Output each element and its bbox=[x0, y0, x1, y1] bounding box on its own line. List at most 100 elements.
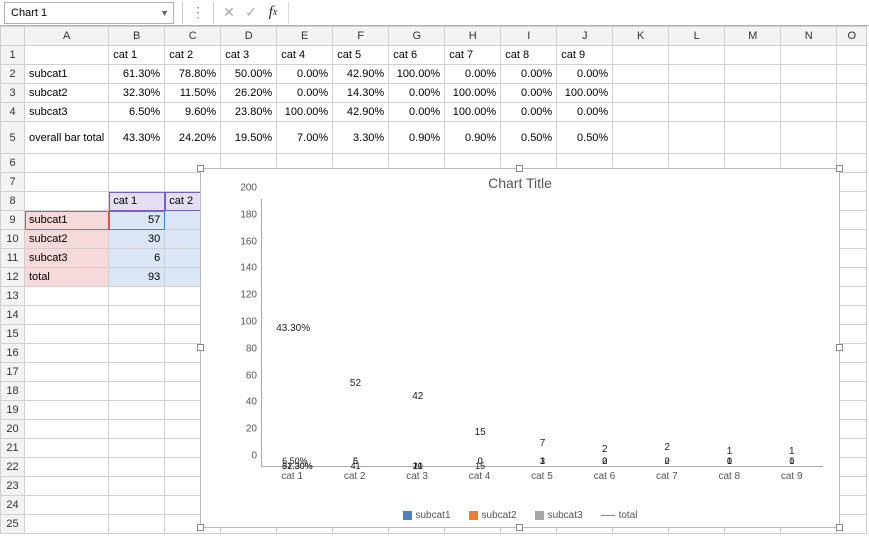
cell[interactable]: cat 1 bbox=[109, 192, 165, 211]
cell[interactable]: 23.80% bbox=[221, 103, 277, 122]
cell[interactable]: 30 bbox=[109, 230, 165, 249]
cell[interactable] bbox=[109, 306, 165, 325]
cell[interactable] bbox=[669, 103, 725, 122]
cell[interactable]: cat 1 bbox=[109, 46, 165, 65]
cell[interactable] bbox=[25, 46, 109, 65]
cell[interactable]: overall bar total bbox=[25, 122, 109, 154]
cell[interactable]: 0.50% bbox=[557, 122, 613, 154]
cell[interactable] bbox=[109, 401, 165, 420]
col-header[interactable]: C bbox=[165, 27, 221, 46]
col-header[interactable]: E bbox=[277, 27, 333, 46]
chart-title[interactable]: Chart Title bbox=[201, 169, 839, 193]
cell[interactable] bbox=[25, 344, 109, 363]
resize-handle[interactable] bbox=[836, 524, 843, 531]
select-all-cell[interactable] bbox=[1, 27, 25, 46]
cell[interactable] bbox=[25, 173, 109, 192]
cell[interactable] bbox=[25, 401, 109, 420]
cell[interactable] bbox=[781, 122, 837, 154]
cancel-icon[interactable]: ✕ bbox=[218, 2, 240, 24]
cell[interactable] bbox=[613, 46, 669, 65]
cell[interactable]: 100.00% bbox=[277, 103, 333, 122]
cell[interactable] bbox=[725, 84, 781, 103]
cell[interactable]: 0.00% bbox=[501, 65, 557, 84]
cell[interactable] bbox=[725, 122, 781, 154]
col-header[interactable]: I bbox=[501, 27, 557, 46]
cell[interactable]: subcat2 bbox=[25, 230, 109, 249]
row-header[interactable]: 17 bbox=[1, 363, 25, 382]
col-header[interactable]: H bbox=[445, 27, 501, 46]
cell[interactable]: 50.00% bbox=[221, 65, 277, 84]
cell[interactable]: subcat3 bbox=[25, 103, 109, 122]
cell[interactable] bbox=[837, 103, 867, 122]
col-header[interactable]: D bbox=[221, 27, 277, 46]
cell[interactable] bbox=[25, 363, 109, 382]
resize-handle[interactable] bbox=[197, 524, 204, 531]
row-header[interactable]: 6 bbox=[1, 154, 25, 173]
chart-object[interactable]: Chart Title 020406080100120140160180200 … bbox=[200, 168, 840, 528]
cell[interactable] bbox=[109, 439, 165, 458]
resize-handle[interactable] bbox=[516, 524, 523, 531]
cell[interactable] bbox=[837, 173, 867, 192]
cell[interactable] bbox=[837, 496, 867, 515]
cell[interactable] bbox=[25, 515, 109, 534]
cell[interactable] bbox=[25, 192, 109, 211]
row-header[interactable]: 11 bbox=[1, 249, 25, 268]
row-header[interactable]: 25 bbox=[1, 515, 25, 534]
row-header[interactable]: 15 bbox=[1, 325, 25, 344]
cell[interactable]: 0.00% bbox=[277, 65, 333, 84]
cell[interactable]: subcat1 bbox=[25, 211, 109, 230]
resize-handle[interactable] bbox=[197, 344, 204, 351]
row-header[interactable]: 19 bbox=[1, 401, 25, 420]
cell[interactable]: 7.00% bbox=[277, 122, 333, 154]
cell[interactable] bbox=[669, 65, 725, 84]
cell[interactable] bbox=[25, 306, 109, 325]
col-header[interactable]: O bbox=[837, 27, 867, 46]
cell[interactable]: subcat1 bbox=[25, 65, 109, 84]
resize-handle[interactable] bbox=[516, 165, 523, 172]
cell[interactable] bbox=[25, 439, 109, 458]
cell[interactable]: cat 9 bbox=[557, 46, 613, 65]
row-header[interactable]: 2 bbox=[1, 65, 25, 84]
cell[interactable]: 0.00% bbox=[501, 84, 557, 103]
row-header[interactable]: 23 bbox=[1, 477, 25, 496]
cell[interactable] bbox=[781, 65, 837, 84]
cell[interactable] bbox=[109, 515, 165, 534]
cell[interactable] bbox=[837, 65, 867, 84]
cell[interactable] bbox=[725, 103, 781, 122]
col-header[interactable]: G bbox=[389, 27, 445, 46]
chart-plot-area[interactable]: 020406080100120140160180200 61.30%32.30%… bbox=[231, 199, 829, 467]
cell[interactable] bbox=[837, 46, 867, 65]
cell[interactable] bbox=[669, 46, 725, 65]
cell[interactable]: 57 bbox=[109, 211, 165, 230]
cell[interactable] bbox=[109, 496, 165, 515]
resize-handle[interactable] bbox=[836, 344, 843, 351]
formula-input[interactable] bbox=[288, 2, 869, 24]
cell[interactable] bbox=[725, 65, 781, 84]
cell[interactable]: 43.30% bbox=[109, 122, 165, 154]
cell[interactable]: 100.00% bbox=[557, 84, 613, 103]
row-header[interactable]: 12 bbox=[1, 268, 25, 287]
cell[interactable] bbox=[613, 103, 669, 122]
cell[interactable] bbox=[837, 382, 867, 401]
cell[interactable] bbox=[109, 344, 165, 363]
col-header[interactable]: B bbox=[109, 27, 165, 46]
col-header[interactable]: F bbox=[333, 27, 389, 46]
cell[interactable] bbox=[669, 84, 725, 103]
row-header[interactable]: 13 bbox=[1, 287, 25, 306]
row-header[interactable]: 14 bbox=[1, 306, 25, 325]
cell[interactable]: 14.30% bbox=[333, 84, 389, 103]
cell[interactable]: 0.90% bbox=[389, 122, 445, 154]
cell[interactable] bbox=[837, 287, 867, 306]
cell[interactable] bbox=[25, 287, 109, 306]
cell[interactable] bbox=[781, 46, 837, 65]
cell[interactable] bbox=[109, 154, 165, 173]
cell[interactable] bbox=[837, 192, 867, 211]
row-header[interactable]: 22 bbox=[1, 458, 25, 477]
cell[interactable]: 0.00% bbox=[557, 65, 613, 84]
cell[interactable] bbox=[109, 420, 165, 439]
cell[interactable] bbox=[725, 46, 781, 65]
cell[interactable] bbox=[25, 477, 109, 496]
cell[interactable]: 61.30% bbox=[109, 65, 165, 84]
col-header[interactable]: A bbox=[25, 27, 109, 46]
cell[interactable]: 0.00% bbox=[389, 84, 445, 103]
